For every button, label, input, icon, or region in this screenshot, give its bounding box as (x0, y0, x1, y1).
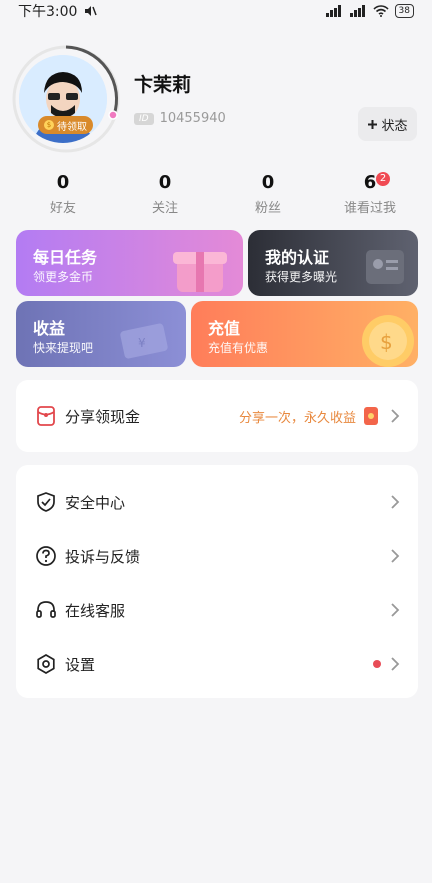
chevron-right-icon (391, 549, 400, 563)
menu-item-security-center[interactable]: 安全中心 (16, 475, 418, 529)
menu-item-label: 设置 (65, 655, 96, 674)
username: 卞茉莉 (134, 74, 192, 96)
chevron-right-icon (391, 409, 400, 423)
chevron-right-icon (391, 495, 400, 509)
visitor-count-badge: 2 (376, 172, 390, 186)
menu-item-label: 在线客服 (65, 601, 126, 620)
card-subtitle: 获得更多曝光 (265, 270, 338, 284)
share-panel: 分享领现金 分享一次，永久收益 (16, 380, 418, 452)
status-left: 下午3:00 (18, 1, 98, 21)
coin-icon: $ (44, 120, 54, 130)
signal-icon (325, 5, 341, 17)
headset-icon (36, 601, 56, 618)
menu-item-label: 投诉与反馈 (65, 547, 141, 566)
menu-panel: 安全中心 投诉与反馈 在线客服 设置 (16, 465, 418, 698)
stat-value: 0 (56, 172, 70, 193)
card-subtitle: 快来提现吧 (33, 341, 94, 355)
question-icon (36, 546, 56, 566)
chevron-right-icon (391, 603, 400, 617)
gift-box-icon (173, 252, 227, 292)
user-id-row: ID 10455940 (134, 111, 226, 126)
stat-label: 谁看过我 (343, 201, 396, 216)
battery-indicator: 38 (394, 4, 414, 18)
user-id: 10455940 (159, 111, 226, 126)
recharge-card[interactable]: 充值 充值有优惠 $ (191, 301, 418, 367)
share-row[interactable]: 分享领现金 分享一次，永久收益 (16, 389, 418, 443)
stat-value: 6 (363, 172, 377, 193)
mute-icon (85, 6, 98, 16)
stat-label: 关注 (151, 201, 178, 216)
cash-icon: ¥ (120, 323, 168, 359)
settings-notification-dot (373, 660, 381, 668)
daily-task-card[interactable]: 每日任务 领更多金币 (16, 230, 243, 296)
stat-visitors[interactable]: 6 谁看过我 (330, 172, 410, 216)
card-subtitle: 领更多金币 (33, 270, 94, 284)
svg-text:¥: ¥ (138, 336, 146, 350)
card-subtitle: 充值有优惠 (208, 341, 269, 355)
gear-icon (37, 654, 55, 674)
signal-icon-2 (349, 5, 365, 17)
stat-value: 0 (261, 172, 275, 193)
stat-fans[interactable]: 0 粉丝 (228, 172, 308, 216)
svg-text:$: $ (380, 330, 393, 354)
income-card[interactable]: 收益 快来提现吧 ¥ (16, 301, 186, 367)
share-label: 分享领现金 (65, 407, 141, 426)
card-title: 我的认证 (265, 248, 330, 267)
stat-following[interactable]: 0 关注 (125, 172, 205, 216)
status-button-label: 状态 (381, 118, 408, 134)
red-packet-icon (364, 407, 378, 425)
stat-value: 0 (158, 172, 172, 193)
claim-badge[interactable]: $ 待领取 (38, 116, 93, 134)
wifi-icon (372, 5, 389, 17)
status-button[interactable]: 状态 (358, 107, 417, 141)
stat-label: 好友 (49, 201, 76, 216)
coin-icon: $ (362, 315, 414, 367)
status-time: 下午3:00 (18, 4, 78, 20)
id-badge: ID (134, 112, 154, 125)
card-title: 充值 (208, 319, 241, 338)
my-certification-card[interactable]: 我的认证 获得更多曝光 (248, 230, 418, 296)
id-card-icon (366, 250, 404, 284)
status-bar: 下午3:00 38 (0, 0, 432, 22)
menu-item-label: 安全中心 (65, 493, 126, 512)
red-envelope-icon (37, 406, 55, 426)
status-right: 38 (325, 4, 414, 18)
claim-badge-label: 待领取 (57, 121, 87, 133)
menu-item-settings[interactable]: 设置 (16, 637, 418, 691)
stat-label: 粉丝 (254, 201, 281, 216)
card-title: 收益 (33, 319, 66, 338)
stat-friends[interactable]: 0 好友 (23, 172, 103, 216)
chevron-right-icon (391, 657, 400, 671)
card-title: 每日任务 (33, 248, 98, 267)
plus-icon (368, 119, 378, 129)
menu-item-online-service[interactable]: 在线客服 (16, 583, 418, 637)
shield-icon (37, 492, 55, 512)
share-hint: 分享一次，永久收益 (238, 410, 356, 426)
menu-item-complaint-feedback[interactable]: 投诉与反馈 (16, 529, 418, 583)
